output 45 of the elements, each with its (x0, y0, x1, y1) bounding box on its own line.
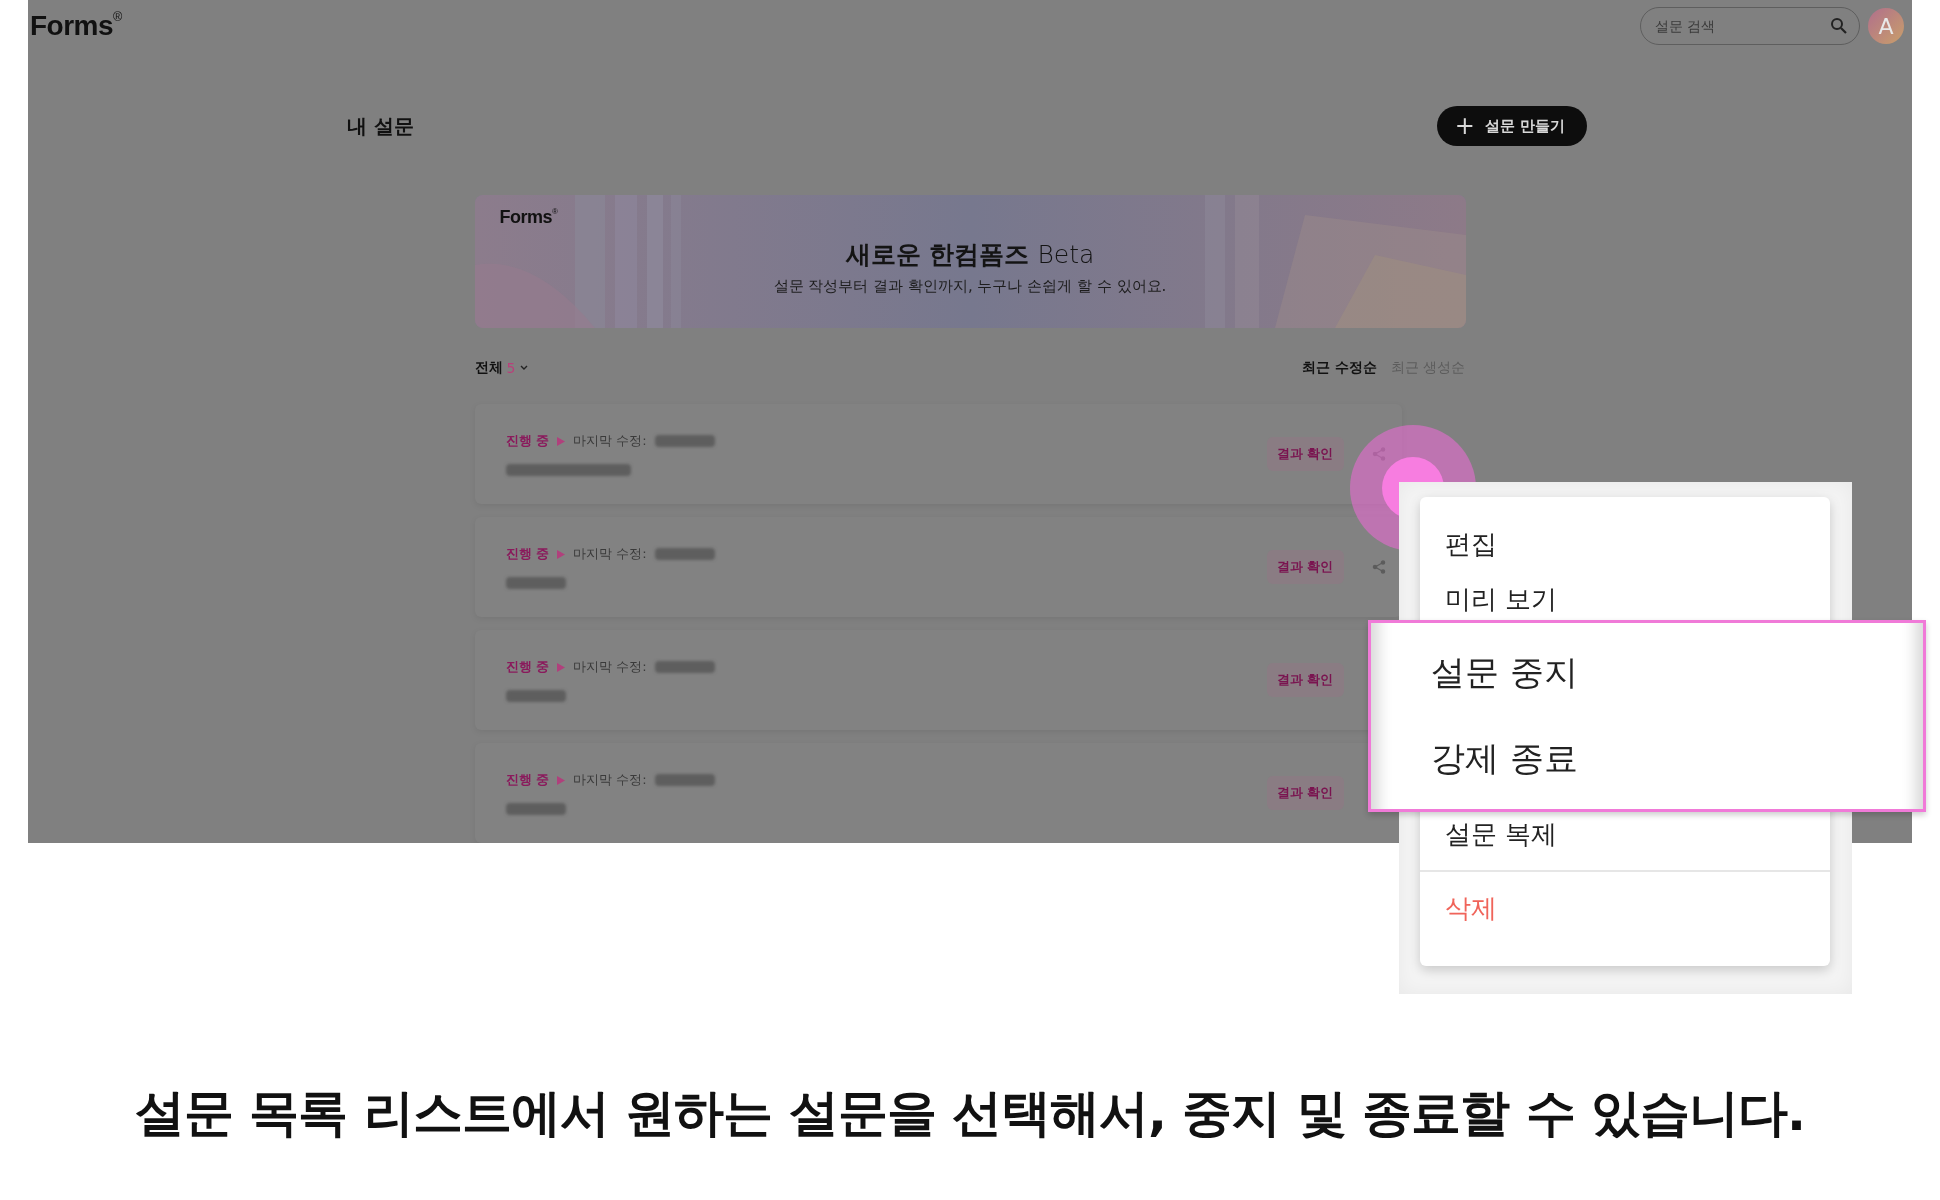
view-results-button[interactable]: 결과 확인 (1266, 550, 1344, 584)
survey-card[interactable]: 진행 중 마지막 수정: 결과 확인 (474, 743, 1402, 843)
play-icon (557, 549, 566, 559)
survey-status: 진행 중 (505, 771, 550, 789)
blurred-date (654, 548, 715, 560)
create-survey-button[interactable]: + 설문 만들기 (1436, 106, 1587, 146)
play-icon (557, 662, 566, 672)
menu-item[interactable]: 미리 보기 (1445, 580, 1558, 618)
search-icon[interactable] (1830, 17, 1848, 35)
blurred-date (654, 661, 715, 673)
blurred-date (654, 774, 715, 786)
filter-dropdown[interactable]: 전체 5 (474, 359, 530, 377)
modified-label: 마지막 수정: (573, 545, 647, 563)
delete-menu-item[interactable]: 삭제 (1445, 889, 1497, 927)
survey-status: 진행 중 (505, 432, 550, 450)
menu-item[interactable]: 강제 종료 (1431, 716, 1923, 802)
menu-item[interactable]: 설문 중지 (1431, 630, 1923, 716)
banner-logo: Forms$^{®}$ (499, 207, 558, 227)
sort-option[interactable]: 최근 수정순 (1302, 359, 1378, 377)
menu-item[interactable]: 편집 (1445, 525, 1497, 563)
play-icon (557, 436, 566, 446)
user-avatar[interactable]: A (1868, 8, 1904, 44)
survey-card[interactable]: 진행 중 마지막 수정: 결과 확인 (474, 517, 1402, 617)
menu-item[interactable]: 설문 복제 (1445, 815, 1558, 853)
view-results-button[interactable]: 결과 확인 (1266, 437, 1344, 471)
modified-label: 마지막 수정: (573, 771, 647, 789)
blurred-title (505, 690, 566, 702)
banner-title: 새로운 한컴폼즈 Beta (845, 238, 1095, 271)
view-results-button[interactable]: 결과 확인 (1266, 776, 1344, 810)
survey-status: 진행 중 (505, 545, 550, 563)
survey-status: 진행 중 (505, 658, 550, 676)
blurred-date (654, 435, 715, 447)
search-field[interactable]: 설문 검색 (1640, 7, 1860, 45)
chevron-icon (519, 364, 530, 372)
modified-label: 마지막 수정: (573, 432, 647, 450)
caption: 설문 목록 리스트에서 원하는 설문을 선택해서, 중지 및 종료할 수 있습니다. (133, 1083, 1807, 1144)
blurred-title (505, 577, 566, 589)
modified-label: 마지막 수정: (573, 658, 647, 676)
share-icon[interactable] (1371, 560, 1386, 574)
banner-subtitle: 설문 작성부터 결과 확인까지, 누구나 손쉽게 할 수 있어요. (773, 276, 1167, 296)
play-icon (557, 775, 566, 785)
blurred-title (505, 803, 566, 815)
app-logo: Forms$^{®}$ (30, 10, 122, 42)
page-title: 내 설문 (347, 112, 414, 140)
view-results-button[interactable]: 결과 확인 (1266, 663, 1344, 697)
